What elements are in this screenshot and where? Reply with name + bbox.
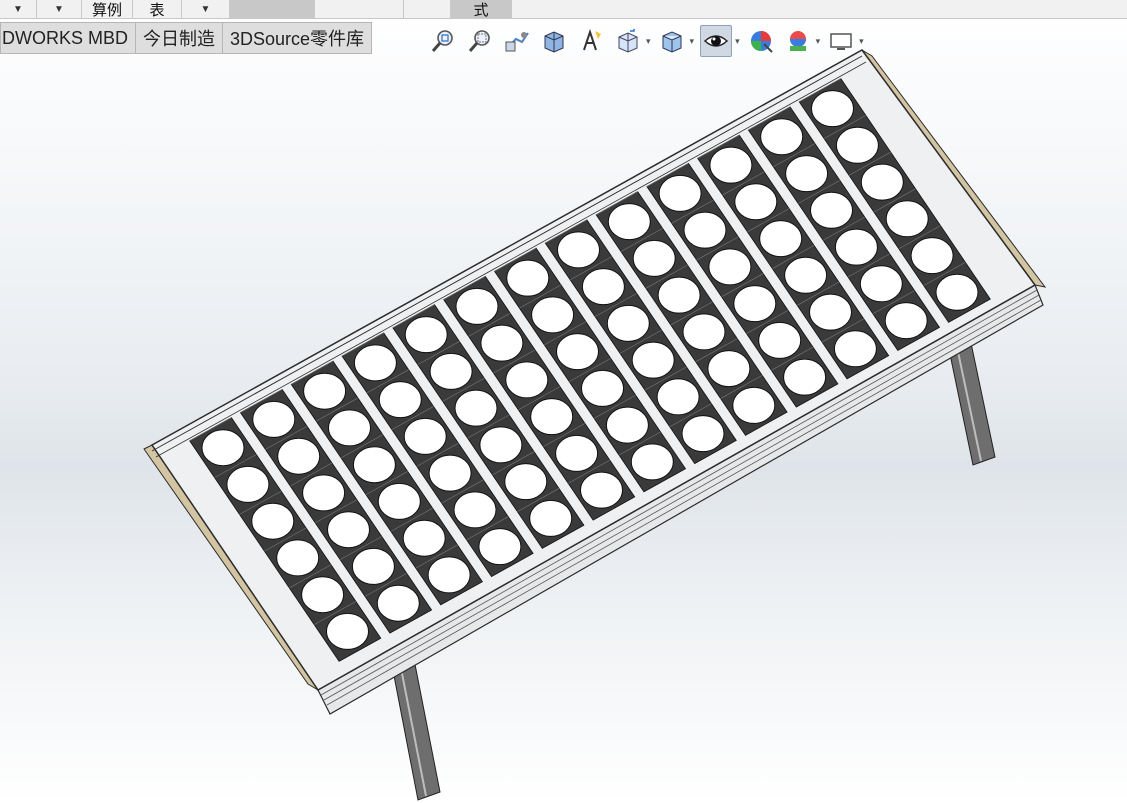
cell-hole — [376, 584, 420, 622]
cell-hole — [529, 499, 573, 537]
cell-hole — [783, 358, 827, 396]
cell-hole — [403, 417, 447, 455]
cell-hole — [860, 163, 904, 201]
cell-hole — [656, 378, 700, 416]
cell-hole — [479, 426, 523, 464]
cell-hole — [884, 302, 928, 340]
cell-hole — [809, 293, 852, 331]
cell-hole — [632, 239, 676, 277]
cell-hole — [760, 118, 804, 156]
cell-hole — [811, 90, 854, 128]
cell-hole — [378, 381, 422, 419]
cell-hole — [557, 231, 600, 269]
cell-hole — [709, 146, 753, 184]
cell-hole — [581, 268, 625, 306]
cell-hole — [402, 519, 446, 557]
cell-hole — [759, 220, 803, 258]
cell-hole — [506, 259, 550, 297]
cell-hole — [580, 471, 623, 509]
cell-hole — [657, 276, 701, 314]
cell-hole — [302, 474, 346, 512]
cell-hole — [707, 350, 751, 388]
cell-hole — [404, 316, 448, 354]
cell-hole — [859, 265, 903, 303]
cell-hole — [351, 547, 395, 585]
cell-hole — [658, 174, 702, 212]
graphics-area[interactable] — [0, 0, 1127, 803]
cell-hole — [581, 369, 624, 407]
cell-hole — [429, 352, 473, 390]
cell-hole — [277, 437, 321, 475]
cell-hole — [453, 491, 497, 529]
cell-hole — [226, 465, 270, 503]
cell-hole — [630, 443, 674, 481]
cell-hole — [683, 211, 727, 249]
cell-hole — [427, 556, 471, 594]
cell-hole — [785, 155, 829, 193]
cell-hole — [276, 539, 320, 577]
cell-hole — [328, 409, 371, 447]
cell-hole — [504, 463, 548, 501]
cell-hole — [784, 256, 828, 294]
cell-hole — [326, 612, 369, 650]
cell-hole — [251, 502, 295, 540]
cell-hole — [555, 434, 599, 472]
cell-hole — [252, 400, 296, 438]
cell-hole — [681, 415, 725, 453]
cell-hole — [733, 285, 777, 323]
cell-hole — [734, 183, 778, 221]
cell-hole — [478, 528, 522, 566]
cell-hole — [480, 324, 524, 362]
cell-hole — [454, 389, 498, 427]
cell-hole — [327, 511, 370, 549]
cell-hole — [935, 273, 979, 311]
cell-hole — [810, 191, 853, 229]
cell-hole — [505, 361, 549, 399]
cell-hole — [835, 126, 879, 164]
cell-hole — [885, 200, 929, 238]
cell-hole — [353, 344, 397, 382]
cell-hole — [428, 454, 472, 492]
cell-hole — [455, 287, 499, 325]
cell-hole — [607, 203, 651, 241]
cell-hole — [833, 330, 877, 368]
cell-hole — [708, 248, 752, 286]
cell-hole — [531, 296, 575, 334]
cell-hole — [301, 576, 345, 614]
cell-hole — [758, 321, 802, 359]
cell-hole — [732, 386, 776, 424]
cell-hole — [530, 398, 574, 436]
cell-hole — [631, 341, 675, 379]
cell-hole — [352, 446, 396, 484]
cell-hole — [910, 237, 954, 275]
cell-hole — [201, 429, 245, 467]
cell-hole — [834, 228, 878, 266]
cell-hole — [303, 372, 347, 410]
cell-hole — [606, 304, 650, 342]
cell-hole — [682, 313, 726, 351]
cell-hole — [377, 482, 421, 520]
cell-hole — [605, 406, 649, 444]
cell-hole — [556, 333, 599, 371]
